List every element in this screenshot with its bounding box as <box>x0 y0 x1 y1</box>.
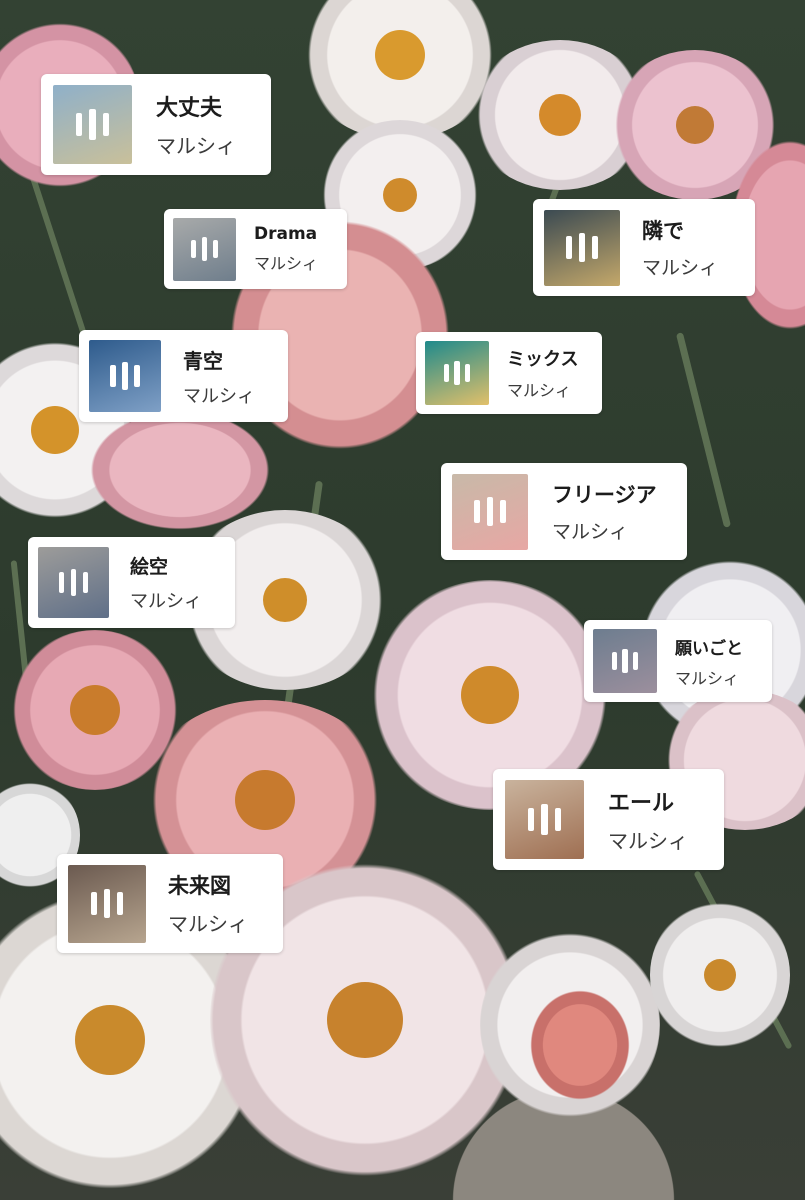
waveform-play-icon <box>565 233 598 262</box>
song-card-daijoubu[interactable]: 大丈夫 マルシィ <box>41 74 271 175</box>
waveform-play-icon <box>109 362 141 390</box>
artist-name: マルシィ <box>552 521 629 543</box>
artist-name: マルシィ <box>183 385 255 407</box>
waveform-play-icon <box>611 648 639 674</box>
album-cover <box>452 473 528 550</box>
artist-name: マルシィ <box>642 257 719 279</box>
album-cover <box>593 629 657 693</box>
album-cover <box>544 209 620 286</box>
song-card-ezora[interactable]: 絵空 マルシィ <box>28 537 235 628</box>
waveform-play-icon <box>473 497 506 526</box>
pink-daisy <box>90 410 270 530</box>
song-title: 青空 <box>183 348 223 373</box>
song-card-mix[interactable]: ミックス マルシィ <box>416 332 602 414</box>
photo-background: 大丈夫 マルシィ Drama マルシィ 隣で マルシィ 青空 マルシィ ミックス… <box>0 0 805 1200</box>
artist-name: マルシィ <box>675 668 740 688</box>
white-daisy <box>650 900 790 1050</box>
waveform-play-icon <box>443 360 471 386</box>
song-card-negaigoto[interactable]: 願いごと マルシィ <box>584 620 772 702</box>
waveform-play-icon <box>191 237 219 261</box>
album-cover <box>68 864 146 943</box>
song-title: ミックス <box>507 349 579 370</box>
waveform-play-icon <box>90 888 124 919</box>
coral-rose-bud <box>530 990 630 1100</box>
artist-name: マルシィ <box>156 134 236 158</box>
album-cover <box>38 547 109 618</box>
song-card-aozora[interactable]: 青空 マルシィ <box>79 330 288 422</box>
song-title: フリージア <box>552 483 657 507</box>
album-cover <box>89 340 161 412</box>
artist-name: マルシィ <box>168 912 248 936</box>
album-cover <box>173 217 236 281</box>
waveform-play-icon <box>527 804 562 835</box>
album-cover <box>425 341 489 405</box>
artist-name: マルシィ <box>507 381 572 400</box>
album-cover <box>53 85 132 164</box>
waveform-play-icon <box>75 109 110 140</box>
waveform-play-icon <box>58 569 89 596</box>
song-title: 未来図 <box>168 874 231 898</box>
song-title: エール <box>608 791 675 816</box>
song-card-yell[interactable]: エール マルシィ <box>493 769 724 870</box>
song-title: Drama <box>254 224 318 244</box>
artist-name: マルシィ <box>254 254 319 273</box>
artist-name: マルシィ <box>608 829 688 853</box>
song-title: 隣で <box>642 219 684 243</box>
song-card-drama[interactable]: Drama マルシィ <box>164 209 347 289</box>
song-card-tonaride[interactable]: 隣で マルシィ <box>533 199 755 296</box>
song-card-miraizu[interactable]: 未来図 マルシィ <box>57 854 283 953</box>
album-cover <box>505 780 584 859</box>
song-card-freesia[interactable]: フリージア マルシィ <box>441 463 687 560</box>
song-title: 願いごと <box>675 638 743 659</box>
artist-name: マルシィ <box>130 591 202 612</box>
song-title: 大丈夫 <box>156 96 223 121</box>
song-title: 絵空 <box>130 556 169 578</box>
